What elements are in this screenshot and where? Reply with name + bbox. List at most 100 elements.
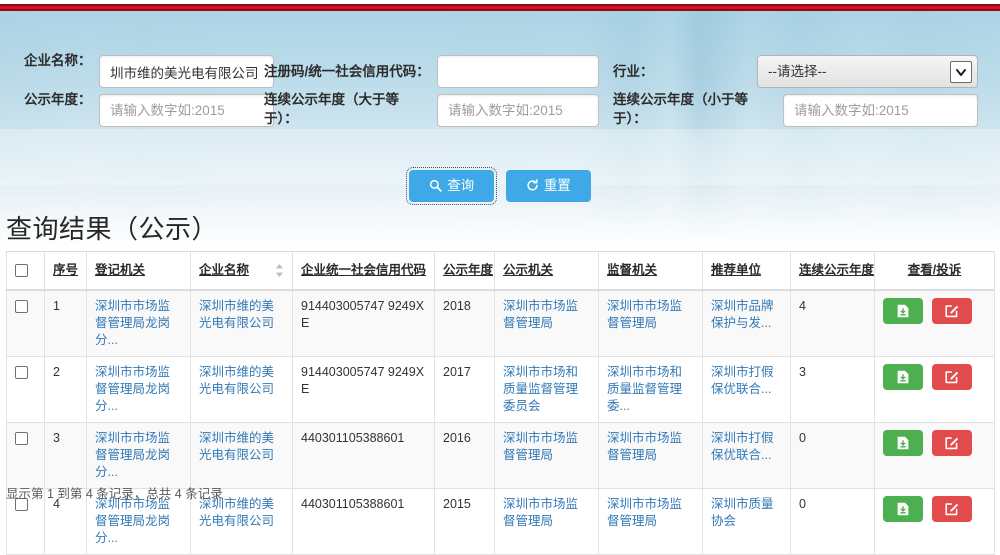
- cell-actions: [874, 488, 995, 555]
- table-row[interactable]: 1 深圳市市场监督管理局龙岗分... 深圳市维的美光电有限公司 91440300…: [6, 289, 995, 357]
- row-checkbox[interactable]: [15, 366, 28, 380]
- cell-credit-code: 440301105388601: [292, 422, 435, 489]
- cell-index: 1: [44, 289, 87, 357]
- publicity-authority-link[interactable]: 深圳市市场监督管理局: [503, 299, 578, 330]
- enterprise-name-link[interactable]: 深圳市维的美光电有限公司: [199, 365, 274, 396]
- recommending-unit-link[interactable]: 深圳市质量协会: [711, 497, 774, 528]
- cell-publicity-authority[interactable]: 深圳市市场监督管理局: [494, 422, 599, 489]
- registration-authority-link[interactable]: 深圳市市场监督管理局龙岗分...: [95, 497, 170, 545]
- column-header-enterprise-name[interactable]: 企业名称: [190, 251, 293, 291]
- cell-publicity-year: 2016: [434, 422, 495, 489]
- cell-credit-code: 440301105388601: [292, 488, 435, 555]
- view-button[interactable]: [883, 364, 923, 390]
- view-button[interactable]: [883, 298, 923, 324]
- cell-registration-authority[interactable]: 深圳市市场监督管理局龙岗分...: [86, 289, 191, 357]
- cell-credit-code: 914403005747 9249XE: [292, 289, 435, 357]
- cell-recommending-unit[interactable]: 深圳市品牌保护与发...: [702, 289, 791, 357]
- consecutive-years-min-input[interactable]: [437, 94, 599, 127]
- supervisory-authority-link[interactable]: 深圳市市场监督管理局: [607, 497, 682, 528]
- supervisory-authority-link[interactable]: 深圳市市场监督管理局: [607, 299, 682, 330]
- complaint-button[interactable]: [932, 496, 973, 522]
- refresh-icon: [526, 172, 539, 204]
- column-header-credit-code[interactable]: 企业统一社会信用代码: [292, 251, 435, 291]
- view-button[interactable]: [883, 496, 923, 522]
- row-select-cell[interactable]: [6, 422, 45, 489]
- registration-authority-link[interactable]: 深圳市市场监督管理局龙岗分...: [95, 365, 170, 413]
- supervisory-authority-link[interactable]: 深圳市市场和质量监督管理委...: [607, 365, 682, 413]
- recommending-unit-link[interactable]: 深圳市品牌保护与发...: [711, 299, 774, 330]
- results-table-body: 1 深圳市市场监督管理局龙岗分... 深圳市维的美光电有限公司 91440300…: [6, 289, 995, 555]
- cell-supervisory-authority[interactable]: 深圳市市场监督管理局: [598, 422, 703, 489]
- column-header-index[interactable]: 序号: [44, 251, 87, 291]
- cell-actions: [874, 289, 995, 357]
- label-enterprise-name: 企业名称：: [24, 53, 92, 68]
- cell-registration-authority[interactable]: 深圳市市场监督管理局龙岗分...: [86, 422, 191, 489]
- cell-credit-code: 914403005747 9249XE: [292, 356, 435, 423]
- complaint-button[interactable]: [932, 364, 973, 390]
- row-checkbox[interactable]: [15, 300, 28, 314]
- table-header-row: 序号 登记机关 企业名称 企业统一社会信用代码 公示年度 公示机关 监督机关 推…: [6, 251, 995, 291]
- publicity-year-input[interactable]: [99, 94, 274, 127]
- column-header-consecutive-years[interactable]: 连续公示年度: [790, 251, 875, 291]
- recommending-unit-link[interactable]: 深圳市打假保优联合...: [711, 365, 774, 396]
- cell-supervisory-authority[interactable]: 深圳市市场监督管理局: [598, 289, 703, 357]
- sort-toggle-icon[interactable]: [275, 263, 284, 278]
- cell-actions: [874, 422, 995, 489]
- cell-recommending-unit[interactable]: 深圳市质量协会: [702, 488, 791, 555]
- row-select-cell[interactable]: [6, 356, 45, 423]
- publicity-authority-link[interactable]: 深圳市市场和质量监督管理委员会: [503, 365, 578, 413]
- cell-enterprise-name[interactable]: 深圳市维的美光电有限公司: [190, 422, 293, 489]
- table-row[interactable]: 2 深圳市市场监督管理局龙岗分... 深圳市维的美光电有限公司 91440300…: [6, 356, 995, 423]
- cell-consecutive-years: 4: [790, 289, 875, 357]
- cell-publicity-authority[interactable]: 深圳市市场监督管理局: [494, 488, 599, 555]
- label-publicity-year: 公示年度：: [24, 92, 92, 107]
- column-header-select-all[interactable]: [6, 251, 45, 291]
- column-header-recommending-unit[interactable]: 推荐单位: [702, 251, 791, 291]
- table-info-text: 显示第 1 到第 4 条记录，总共 4 条记录: [6, 487, 223, 501]
- recommending-unit-link[interactable]: 深圳市打假保优联合...: [711, 431, 774, 462]
- column-header-actions[interactable]: 查看/投诉: [874, 251, 995, 291]
- table-row[interactable]: 3 深圳市市场监督管理局龙岗分... 深圳市维的美光电有限公司 44030110…: [6, 422, 995, 489]
- reset-button-label: 重置: [543, 178, 571, 193]
- supervisory-authority-link[interactable]: 深圳市市场监督管理局: [607, 431, 682, 462]
- cell-supervisory-authority[interactable]: 深圳市市场监督管理局: [598, 488, 703, 555]
- top-accent-bar: [0, 4, 1000, 11]
- registration-authority-link[interactable]: 深圳市市场监督管理局龙岗分...: [95, 431, 170, 479]
- search-form-row-2: 公示年度： 连续公示年度（大于等于）： 连续公示年度（小于等于）：: [0, 73, 1000, 127]
- results-title: 查询结果（公示）: [6, 214, 219, 244]
- enterprise-name-link[interactable]: 深圳市维的美光电有限公司: [199, 431, 274, 462]
- view-button[interactable]: [883, 430, 923, 456]
- query-button-label: 查询: [447, 178, 475, 193]
- column-header-publicity-authority[interactable]: 公示机关: [494, 251, 599, 291]
- cell-consecutive-years: 3: [790, 356, 875, 423]
- cell-publicity-authority[interactable]: 深圳市市场监督管理局: [494, 289, 599, 357]
- cell-consecutive-years: 0: [790, 488, 875, 555]
- cell-index: 2: [44, 356, 87, 423]
- cell-recommending-unit[interactable]: 深圳市打假保优联合...: [702, 356, 791, 423]
- search-icon: [429, 172, 442, 204]
- cell-publicity-year: 2018: [434, 289, 495, 357]
- column-header-publicity-year[interactable]: 公示年度: [434, 251, 495, 291]
- publicity-authority-link[interactable]: 深圳市市场监督管理局: [503, 497, 578, 528]
- registration-authority-link[interactable]: 深圳市市场监督管理局龙岗分...: [95, 299, 170, 347]
- cell-registration-authority[interactable]: 深圳市市场监督管理局龙岗分...: [86, 356, 191, 423]
- row-select-cell[interactable]: [6, 289, 45, 357]
- column-header-supervisory-authority[interactable]: 监督机关: [598, 251, 703, 291]
- column-header-registration-authority[interactable]: 登记机关: [86, 251, 191, 291]
- complaint-button[interactable]: [932, 430, 973, 456]
- publicity-authority-link[interactable]: 深圳市市场监督管理局: [503, 431, 578, 462]
- cell-recommending-unit[interactable]: 深圳市打假保优联合...: [702, 422, 791, 489]
- cell-supervisory-authority[interactable]: 深圳市市场和质量监督管理委...: [598, 356, 703, 423]
- query-button[interactable]: 查询: [406, 167, 498, 205]
- complaint-button[interactable]: [932, 298, 973, 324]
- cell-publicity-authority[interactable]: 深圳市市场和质量监督管理委员会: [494, 356, 599, 423]
- row-checkbox[interactable]: [15, 432, 28, 446]
- select-all-checkbox[interactable]: [15, 264, 28, 278]
- reset-button[interactable]: 重置: [505, 170, 591, 204]
- cell-enterprise-name[interactable]: 深圳市维的美光电有限公司: [190, 356, 293, 423]
- cell-enterprise-name[interactable]: 深圳市维的美光电有限公司: [190, 289, 293, 357]
- enterprise-name-link[interactable]: 深圳市维的美光电有限公司: [199, 299, 274, 330]
- label-consecutive-years-max: 连续公示年度（小于等于）：: [613, 92, 748, 126]
- consecutive-years-max-input[interactable]: [783, 94, 978, 127]
- search-action-bar: 查询 重置: [0, 167, 1000, 205]
